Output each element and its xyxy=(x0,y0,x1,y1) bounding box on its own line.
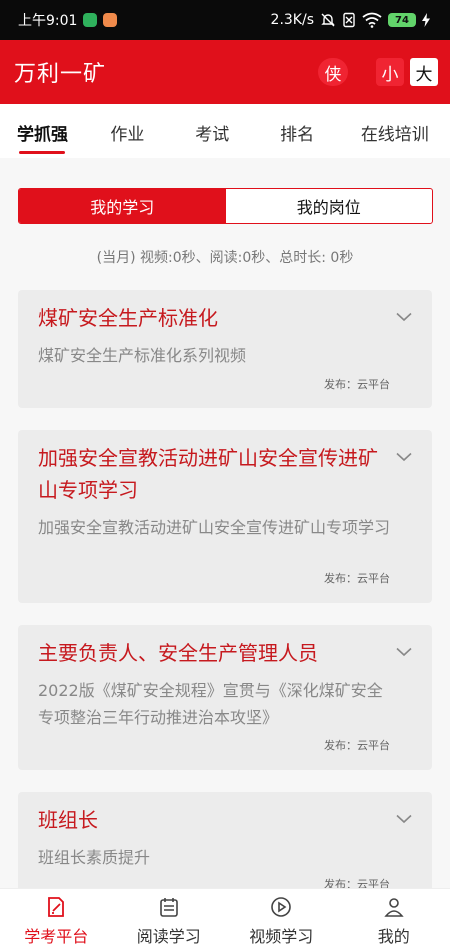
network-speed: 2.3K/s xyxy=(270,12,314,28)
bottom-navigation: 学考平台 阅读学习 视频学习 我的 xyxy=(0,888,450,950)
course-title: 加强安全宣教活动进矿山安全宣传进矿山专项学习 xyxy=(38,446,378,502)
course-title: 煤矿安全生产标准化 xyxy=(38,306,218,330)
nav-label: 阅读学习 xyxy=(136,927,201,946)
course-card[interactable]: 班组长 班组长素质提升 发布：云平台 xyxy=(18,792,432,902)
tab-ranking[interactable]: 排名 xyxy=(255,104,340,158)
chevron-down-icon[interactable] xyxy=(396,814,412,824)
charging-icon xyxy=(422,13,430,27)
nav-video[interactable]: 视频学习 xyxy=(225,889,338,950)
font-small-button[interactable]: 小 xyxy=(376,58,404,86)
my-post-segment[interactable]: 我的岗位 xyxy=(226,189,433,223)
study-segmented-control: 我的学习 我的岗位 xyxy=(18,188,433,224)
course-title: 主要负责人、安全生产管理人员 xyxy=(38,641,318,665)
course-card[interactable]: 煤矿安全生产标准化 煤矿安全生产标准化系列视频 发布：云平台 xyxy=(18,290,432,408)
xia-button[interactable]: 侠 xyxy=(318,58,348,86)
user-icon xyxy=(384,898,404,917)
battery-icon: 74 xyxy=(388,13,416,27)
course-publisher: 发布：云平台 xyxy=(324,572,390,585)
course-description: 班组长素质提升 xyxy=(38,848,151,867)
nav-label: 视频学习 xyxy=(249,927,314,946)
course-description: 加强安全宣教活动进矿山安全宣传进矿山专项学习 xyxy=(38,518,391,537)
chevron-down-icon[interactable] xyxy=(396,452,412,462)
course-card[interactable]: 加强安全宣教活动进矿山安全宣传进矿山专项学习 加强安全宣教活动进矿山安全宣传进矿… xyxy=(18,430,432,603)
tab-online-training[interactable]: 在线培训 xyxy=(340,104,450,158)
nav-label: 学考平台 xyxy=(24,927,89,946)
nav-mine[interactable]: 我的 xyxy=(338,889,450,950)
edit-document-icon xyxy=(48,897,65,917)
play-circle-icon xyxy=(271,897,292,917)
top-tabs: 学抓强 作业 考试 排名 在线培训 xyxy=(0,104,450,158)
course-card[interactable]: 主要负责人、安全生产管理人员 2022版《煤矿安全规程》宣贯与《深化煤矿安全专项… xyxy=(18,625,432,770)
chevron-down-icon[interactable] xyxy=(396,312,412,322)
tab-exam[interactable]: 考试 xyxy=(170,104,255,158)
tab-xuezhuaqiang[interactable]: 学抓强 xyxy=(0,104,85,158)
calendar-list-icon xyxy=(159,898,178,917)
sim-off-icon xyxy=(343,12,355,28)
course-publisher: 发布：云平台 xyxy=(324,378,390,391)
course-publisher: 发布：云平台 xyxy=(324,739,390,752)
course-description: 煤矿安全生产标准化系列视频 xyxy=(38,346,247,365)
wifi-icon xyxy=(362,12,382,28)
chevron-down-icon[interactable] xyxy=(396,647,412,657)
my-study-segment[interactable]: 我的学习 xyxy=(19,189,226,223)
course-description: 2022版《煤矿安全规程》宣贯与《深化煤矿安全专项整治三年行动推进治本攻坚》 xyxy=(38,681,383,727)
nav-study-platform[interactable]: 学考平台 xyxy=(0,889,113,950)
course-title: 班组长 xyxy=(38,808,98,832)
font-big-button[interactable]: 大 xyxy=(410,58,438,86)
app-bar: 万利一矿 侠 小 大 xyxy=(0,40,450,104)
nav-label: 我的 xyxy=(377,927,410,946)
study-summary: (当月) 视频:0秒、阅读:0秒、总时长: 0秒 xyxy=(96,250,354,266)
app-title: 万利一矿 xyxy=(14,62,107,87)
nav-reading[interactable]: 阅读学习 xyxy=(113,889,226,950)
status-bar: 上午9:01 2.3K/s 74 xyxy=(0,0,450,40)
app-notification-icon xyxy=(103,13,118,27)
mute-icon xyxy=(321,13,335,27)
wechat-notification-icon xyxy=(83,13,98,27)
tab-homework[interactable]: 作业 xyxy=(85,104,170,158)
status-time: 上午9:01 xyxy=(18,13,78,29)
